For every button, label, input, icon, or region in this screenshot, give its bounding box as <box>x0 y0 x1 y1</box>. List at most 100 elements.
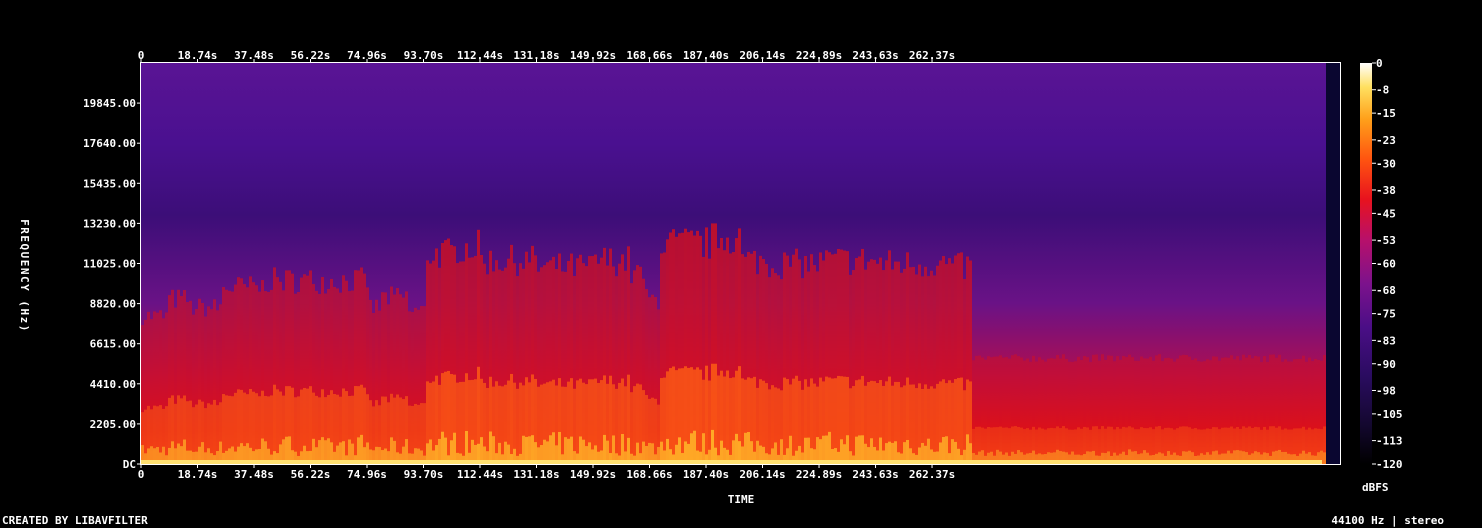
spectrogram-column-low <box>828 431 831 464</box>
spectrogram-column-low <box>441 431 444 464</box>
x-tick-label-bottom: 37.48s <box>234 468 274 481</box>
spectrogram-column-mid <box>792 378 795 464</box>
spectrogram-figure: 0 18.74s 37.48s 56.22s 74.96s 93.70s 112.44s 13… <box>18 49 1403 506</box>
spectrogram-column-mid <box>297 396 300 464</box>
spectrogram-column-mid <box>519 382 522 464</box>
spectrogram-column-mid <box>561 386 564 464</box>
spectrogram-column-low <box>789 435 792 464</box>
spectrogram-column-mid <box>852 385 855 464</box>
y-tick-label: 2205.00 <box>90 418 136 431</box>
x-tick-label-top: 224.89s <box>796 49 842 62</box>
spectrogram-column-low <box>822 435 825 464</box>
spectrogram-column-low <box>735 433 738 464</box>
spectrogram-column-low <box>825 435 828 464</box>
spectrogram-column-low <box>465 430 468 464</box>
x-tick-label-bottom: 131.18s <box>513 468 559 481</box>
spectrogram-column-low <box>288 436 291 464</box>
x-tick-label-bottom: 93.70s <box>404 468 444 481</box>
y-tick-label: 15435.00 <box>83 177 136 190</box>
spectrogram-column-low <box>552 432 555 464</box>
spectrogram-column-mid <box>705 365 708 464</box>
spectrogram-column-low <box>621 434 624 464</box>
colorbar-tick-label: -38 <box>1376 184 1396 197</box>
spectrogram-column-low <box>855 436 858 464</box>
colorbar-tick-label: -53 <box>1376 234 1396 247</box>
spectrogram-column-low <box>360 434 363 464</box>
x-tick-label-top: 243.63s <box>852 49 898 62</box>
colorbar-tick-label: -45 <box>1376 207 1396 220</box>
colorbar-tick-label: -105 <box>1376 408 1403 421</box>
x-tick-label-top: 262.37s <box>909 49 955 62</box>
spectrogram-column-mid <box>729 378 732 464</box>
spectrogram-column-mid <box>768 389 771 464</box>
x-tick-label-top: 187.40s <box>683 49 729 62</box>
spectrogram-column-low <box>966 434 969 464</box>
spectrogram-column-mid <box>915 388 918 464</box>
x-tick-label-top: 168.66s <box>626 49 672 62</box>
x-tick-label-top: 56.22s <box>291 49 331 62</box>
spectrogram-column-mid <box>495 381 498 464</box>
x-axis-bottom: 0 18.74s 37.48s 56.22s 74.96s 93.70s 112.44s 13… <box>138 464 955 481</box>
spectrogram-column-low <box>858 435 861 464</box>
dc-energy-line <box>141 460 1322 464</box>
spectrogram-column-mid <box>900 387 903 464</box>
spectrogram-column-low <box>945 436 948 464</box>
colorbar-tick-label: -8 <box>1376 84 1389 97</box>
x-tick-label-top: 74.96s <box>347 49 387 62</box>
spectrogram-column-mid <box>777 388 780 464</box>
x-tick-label-bottom: 56.22s <box>291 468 331 481</box>
spectrogram-column-mid <box>423 403 426 464</box>
spectrogram-column-low <box>747 432 750 464</box>
footer-format: 44100 Hz | stereo <box>1331 514 1444 527</box>
spectrogram-column-mid <box>510 373 513 464</box>
spectrogram-column-low <box>480 437 483 464</box>
spectrogram-column-mid <box>672 366 675 464</box>
spectrogram-column-mid <box>783 377 786 464</box>
spectrogram-column-mid <box>447 370 450 464</box>
x-tick-label-bottom: 18.74s <box>178 468 218 481</box>
colorbar-tick-label: -60 <box>1376 258 1396 271</box>
x-tick-label-bottom: 206.14s <box>739 468 785 481</box>
spectrogram-column-mid <box>468 380 471 464</box>
x-tick-label-bottom: 168.66s <box>626 468 672 481</box>
y-tick-label: 4410.00 <box>90 378 136 391</box>
spectrogram-column-low <box>612 435 615 464</box>
colorbar-tick-label: -23 <box>1376 134 1396 147</box>
spectrogram-column-mid <box>753 376 756 464</box>
spectrogram-column-mid <box>654 398 657 464</box>
spectrogram-column-mid <box>633 386 636 464</box>
spectrogram-column-low <box>693 430 696 464</box>
spectrogram-column-low <box>702 433 705 464</box>
spectrogram-column-mid <box>615 388 618 464</box>
spectrogram-column-low <box>1323 452 1326 464</box>
y-axis-title: FREQUENCY (Hz) <box>18 219 31 333</box>
colorbar-tick-label: -120 <box>1376 458 1403 471</box>
y-tick-label: 19845.00 <box>83 97 136 110</box>
x-tick-label-top: 0 <box>138 49 145 62</box>
spectrogram-column-low <box>531 435 534 464</box>
spectrogram-column-low <box>579 436 582 464</box>
spectrogram-column-low <box>744 432 747 464</box>
y-tick-label: 17640.00 <box>83 137 136 150</box>
spectrogram-column-low <box>321 437 324 464</box>
x-tick-label-bottom: 149.92s <box>570 468 616 481</box>
x-tick-label-bottom: 0 <box>138 468 145 481</box>
colorbar-tick-label: -30 <box>1376 157 1396 170</box>
spectrogram-column-mid <box>462 381 465 464</box>
x-tick-label-top: 37.48s <box>234 49 274 62</box>
spectrogram-column-mid <box>699 369 702 464</box>
x-tick-label-top: 149.92s <box>570 49 616 62</box>
spectrogram-column-low <box>492 436 495 464</box>
spectrogram-column-low <box>690 433 693 464</box>
x-tick-label-bottom: 112.44s <box>457 468 503 481</box>
spectrogram-column-low <box>711 429 714 464</box>
spectrogram-column-low <box>453 432 456 464</box>
spectrogram-column-mid <box>270 395 273 464</box>
colorbar-tick-label: -68 <box>1376 284 1396 297</box>
spectrogram-column-mid <box>276 389 279 464</box>
spectrogram-column-mid <box>345 391 348 464</box>
spectrogram-column-mid <box>459 381 462 464</box>
colorbar-label: dBFS <box>1362 481 1389 494</box>
spectrogram-column-low <box>564 437 567 464</box>
spectrogram-column-mid <box>501 386 504 464</box>
